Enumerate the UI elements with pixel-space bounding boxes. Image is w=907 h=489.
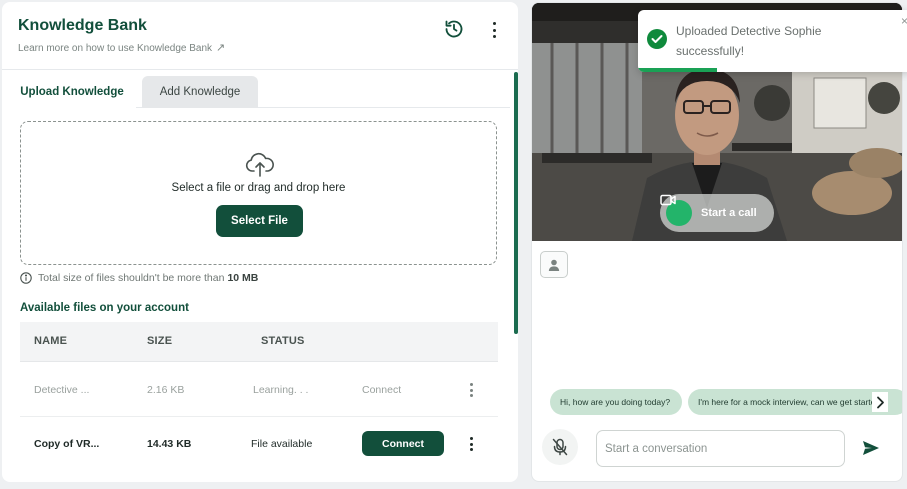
user-avatar-icon — [540, 251, 568, 278]
file-dropzone[interactable]: Select a file or drag and drop here Sele… — [20, 121, 497, 265]
info-icon — [20, 272, 32, 284]
more-options-icon[interactable] — [486, 20, 502, 40]
file-name: Copy of VR... — [34, 438, 100, 450]
cloud-upload-icon — [245, 152, 275, 178]
suggestion-chips: Hi, how are you doing today? I'm here fo… — [550, 389, 902, 415]
available-files-title: Available files on your account — [20, 302, 189, 314]
external-link-icon: ↗ — [216, 42, 226, 54]
history-icon[interactable] — [444, 19, 464, 39]
table-row: Detective ... 2.16 KB Learning. . . Conn… — [20, 363, 498, 417]
connect-button[interactable]: Connect — [362, 431, 444, 456]
help-link-text[interactable]: Learn more on how to use Knowledge Bank — [18, 43, 212, 54]
tab-bar: Upload Knowledge Add Knowledge — [8, 76, 510, 108]
checkmark-icon — [647, 29, 667, 49]
chevron-right-icon[interactable] — [872, 392, 888, 412]
file-status: File available — [251, 438, 313, 450]
connect-link-disabled: Connect — [362, 384, 402, 396]
table-row: Copy of VR... 14.43 KB File available Co… — [20, 417, 498, 471]
mic-off-icon — [552, 438, 568, 456]
page-title: Knowledge Bank — [18, 17, 147, 34]
video-camera-icon — [660, 194, 692, 226]
success-toast: Uploaded Detective Sophie successfully! … — [638, 10, 907, 72]
panel-header: Knowledge Bank Learn more on how to use … — [2, 2, 518, 70]
toast-progress-bar — [638, 68, 717, 72]
size-limit-value: 10 MB — [227, 272, 259, 284]
knowledge-bank-panel: Knowledge Bank Learn more on how to use … — [2, 2, 518, 482]
start-call-button[interactable]: Start a call — [660, 194, 774, 232]
scrollbar[interactable] — [514, 72, 518, 334]
column-status: STATUS — [261, 335, 305, 347]
suggestion-chip[interactable]: I'm here for a mock interview, can we ge… — [688, 389, 902, 415]
file-status: Learning. . . — [253, 384, 309, 396]
start-call-label[interactable]: Start a call — [701, 207, 757, 219]
tab-add-knowledge[interactable]: Add Knowledge — [142, 76, 258, 108]
help-link[interactable]: Learn more on how to use Knowledge Bank ↗ — [18, 41, 225, 54]
row-options-icon[interactable] — [468, 437, 474, 451]
send-icon[interactable] — [860, 437, 882, 459]
select-file-button[interactable]: Select File — [216, 205, 303, 237]
toast-message: Uploaded Detective Sophie successfully! — [676, 24, 822, 58]
size-note-text: Total size of files shouldn't be more th… — [38, 272, 225, 284]
files-table: NAME SIZE STATUS Detective ... 2.16 KB L… — [20, 322, 498, 482]
mic-off-button[interactable] — [542, 429, 578, 465]
row-options-icon[interactable] — [468, 383, 474, 397]
file-size: 2.16 KB — [147, 384, 185, 396]
close-icon[interactable]: × — [901, 14, 907, 28]
size-limit-note: Total size of files shouldn't be more th… — [20, 272, 258, 284]
file-size: 14.43 KB — [147, 438, 192, 450]
column-size: SIZE — [147, 335, 173, 347]
file-name: Detective ... — [34, 384, 90, 396]
suggestion-chip[interactable]: Hi, how are you doing today? — [550, 389, 682, 415]
column-name: NAME — [34, 335, 68, 347]
dropzone-instructions: Select a file or drag and drop here — [171, 182, 346, 194]
chat-input[interactable] — [596, 430, 845, 467]
tab-upload-knowledge[interactable]: Upload Knowledge — [8, 76, 136, 108]
chat-panel: Start a call Hi, how are you doing today… — [531, 2, 903, 482]
table-header: NAME SIZE STATUS — [20, 322, 498, 362]
